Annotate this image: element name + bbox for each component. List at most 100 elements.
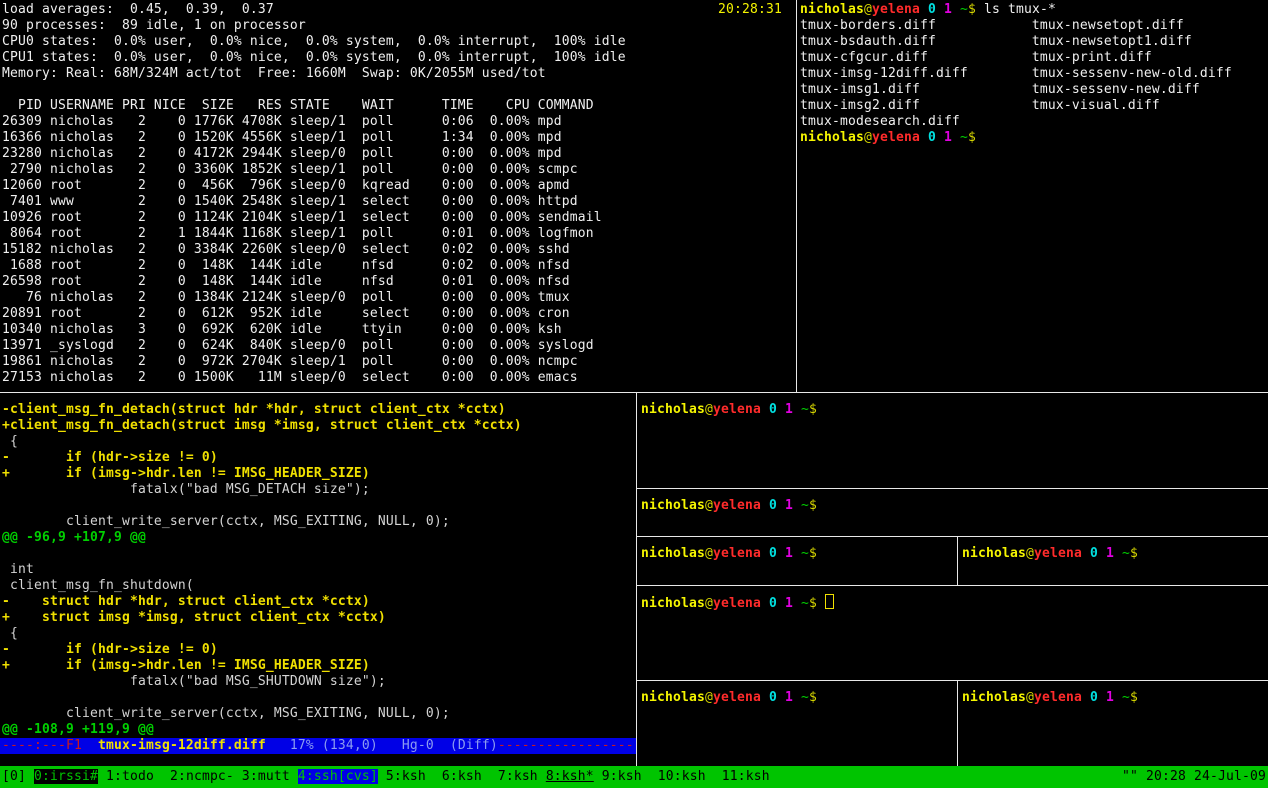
ls-command: ls tmux-* xyxy=(984,2,1056,17)
status-session-name: [0] xyxy=(2,769,34,784)
pane-border-vertical-c xyxy=(957,537,958,585)
prompt-at-sign: @ xyxy=(705,402,713,417)
file-list-row: tmux-cfgcur.diff tmux-print.diff xyxy=(800,50,1268,66)
process-row: 8064 root 2 1 1844K 1168K sleep/1 poll 0… xyxy=(2,226,795,242)
terminal-cursor xyxy=(825,594,834,609)
process-row: 27153 nicholas 2 0 1500K 11M sleep/0 sel… xyxy=(2,370,795,386)
shell-prompt-line: nicholas@yelena 0 1 ~$ xyxy=(641,498,1268,514)
prompt-arg1: 0 xyxy=(769,546,777,561)
tmux-screen: load averages: 0.45, 0.39, 0.37 90 proce… xyxy=(0,0,1268,788)
pane-border-vertical-bottom xyxy=(636,393,637,766)
diff-context-line: fatalx("bad MSG_SHUTDOWN size"); xyxy=(2,674,636,690)
prompt-at-sign: @ xyxy=(705,596,713,611)
diff-context-line: { xyxy=(2,434,636,450)
process-row: 16366 nicholas 2 0 1520K 4556K sleep/1 p… xyxy=(2,130,795,146)
file-list-row: tmux-imsg-12diff.diff tmux-sessenv-new-o… xyxy=(800,66,1268,82)
prompt-at-sign: @ xyxy=(864,130,872,145)
file-list-row: tmux-imsg2.diff tmux-visual.diff xyxy=(800,98,1268,114)
prompt-cwd: ~ xyxy=(801,402,809,417)
prompt-arg2: 1 xyxy=(1106,690,1114,705)
prompt-user: nicholas xyxy=(641,546,705,561)
pane-shell-c-left[interactable]: nicholas@yelena 0 1 ~$ xyxy=(637,537,957,585)
prompt-cwd: ~ xyxy=(801,546,809,561)
prompt-arg1: 0 xyxy=(769,596,777,611)
modeline-position-info: 17% (134,0) Hg-0 (Diff) xyxy=(266,738,498,753)
file-list-row: tmux-borders.diff tmux-newsetopt.diff xyxy=(800,18,1268,34)
process-row: 1688 root 2 0 148K 144K idle nfsd 0:02 0… xyxy=(2,258,795,274)
process-row: 12060 root 2 0 456K 796K sleep/0 kqread … xyxy=(2,178,795,194)
prompt-sigil: $ xyxy=(968,130,976,145)
process-row: 10340 nicholas 3 0 692K 620K idle ttyin … xyxy=(2,322,795,338)
prompt-cwd: ~ xyxy=(801,596,809,611)
pane-shell-e-left[interactable]: nicholas@yelena 0 1 ~$ xyxy=(637,681,957,765)
prompt-host: yelena xyxy=(713,498,761,513)
pane-border-horizontal-ab xyxy=(637,488,1268,489)
process-row: 7401 www 2 0 1540K 2548K sleep/1 select … xyxy=(2,194,795,210)
prompt-sigil: $ xyxy=(1130,690,1138,705)
pane-shell-a[interactable]: nicholas@yelena 0 1 ~$ xyxy=(637,393,1268,488)
process-row: 2790 nicholas 2 0 3360K 1852K sleep/1 po… xyxy=(2,162,795,178)
prompt-host: yelena xyxy=(1034,690,1082,705)
prompt-sigil: $ xyxy=(968,2,976,17)
prompt-sigil: $ xyxy=(809,498,817,513)
prompt-sigil: $ xyxy=(809,546,817,561)
shell-prompt-line: nicholas@yelena 0 1 ~$ xyxy=(800,130,1268,146)
status-window-ssh-content-alert[interactable]: 4:ssh[cvs] xyxy=(298,769,378,784)
prompt-host: yelena xyxy=(872,2,920,17)
diff-removed-line: - if (hdr->size != 0) xyxy=(2,642,636,658)
diff-removed-line: - if (hdr->size != 0) xyxy=(2,450,636,466)
process-row: 15182 nicholas 2 0 3384K 2260K sleep/0 s… xyxy=(2,242,795,258)
status-windows-group-b[interactable]: 5:ksh 6:ksh 7:ksh xyxy=(378,769,546,784)
diff-context-line: int xyxy=(2,562,636,578)
prompt-cwd: ~ xyxy=(1122,546,1130,561)
pane-border-vertical-e xyxy=(957,681,958,766)
status-window-current[interactable]: 8:ksh* xyxy=(546,769,594,784)
prompt-user: nicholas xyxy=(962,546,1026,561)
prompt-at-sign: @ xyxy=(1026,690,1034,705)
pane-emacs-diff[interactable]: -client_msg_fn_detach(struct hdr *hdr, s… xyxy=(0,393,636,765)
pane-shell-c-right[interactable]: nicholas@yelena 0 1 ~$ xyxy=(958,537,1268,585)
process-row: 13971 _syslogd 2 0 624K 840K sleep/0 pol… xyxy=(2,338,795,354)
shell-prompt-line: nicholas@yelena 0 1 ~$ xyxy=(641,690,957,706)
prompt-arg2: 1 xyxy=(785,498,793,513)
pane-border-vertical-top xyxy=(796,0,797,392)
process-row: 20891 root 2 0 612K 952K idle select 0:0… xyxy=(2,306,795,322)
pane-border-horizontal-bc xyxy=(637,536,1268,537)
pane-top-processes[interactable]: load averages: 0.45, 0.39, 0.37 90 proce… xyxy=(0,0,795,392)
process-row: 23280 nicholas 2 0 4172K 2944K sleep/0 p… xyxy=(2,146,795,162)
prompt-arg2: 1 xyxy=(785,546,793,561)
diff-added-line: + if (imsg->hdr.len != IMSG_HEADER_SIZE) xyxy=(2,466,636,482)
diff-context-line: client_msg_fn_shutdown( xyxy=(2,578,636,594)
prompt-user: nicholas xyxy=(641,498,705,513)
process-count: 90 processes: 89 idle, 1 on processor xyxy=(2,18,795,34)
diff-context-line: client_write_server(cctx, MSG_EXITING, N… xyxy=(2,514,636,530)
status-windows-group-c[interactable]: 9:ksh 10:ksh 11:ksh xyxy=(594,769,770,784)
pane-shell-e-right[interactable]: nicholas@yelena 0 1 ~$ xyxy=(958,681,1268,765)
pane-shell-active[interactable]: nicholas@yelena 0 1 ~$ xyxy=(637,586,1268,680)
diff-context-line: client_write_server(cctx, MSG_EXITING, N… xyxy=(2,706,636,722)
prompt-arg2: 1 xyxy=(785,690,793,705)
prompt-host: yelena xyxy=(713,596,761,611)
status-windows-group-a[interactable]: 1:todo 2:ncmpc- 3:mutt xyxy=(98,769,298,784)
prompt-user: nicholas xyxy=(962,690,1026,705)
blank-line xyxy=(2,82,795,98)
pane-border-horizontal-de xyxy=(637,680,1268,681)
prompt-host: yelena xyxy=(713,546,761,561)
process-row: 26598 root 2 0 148K 144K idle nfsd 0:01 … xyxy=(2,274,795,290)
prompt-at-sign: @ xyxy=(1026,546,1034,561)
shell-prompt-line: nicholas@yelena 0 1 ~$ ls tmux-* xyxy=(800,2,1268,18)
prompt-arg1: 0 xyxy=(769,402,777,417)
diff-context-line xyxy=(2,690,636,706)
prompt-user: nicholas xyxy=(800,130,864,145)
prompt-arg1: 0 xyxy=(769,498,777,513)
prompt-arg2: 1 xyxy=(944,130,952,145)
status-window-irssi-alert[interactable]: 0:irssi# xyxy=(34,769,98,784)
prompt-arg1: 0 xyxy=(928,130,936,145)
pane-shell-b[interactable]: nicholas@yelena 0 1 ~$ xyxy=(637,489,1268,536)
prompt-sigil: $ xyxy=(809,402,817,417)
pane-shell-ls[interactable]: nicholas@yelena 0 1 ~$ ls tmux-* tmux-bo… xyxy=(798,0,1268,392)
top-clock: 20:28:31 xyxy=(718,2,782,18)
shell-prompt-line: nicholas@yelena 0 1 ~$ xyxy=(641,402,1268,418)
diff-hunk-header: @@ -96,9 +107,9 @@ xyxy=(2,530,636,546)
modeline-buffer-name: tmux-imsg-12diff.diff xyxy=(98,738,266,753)
